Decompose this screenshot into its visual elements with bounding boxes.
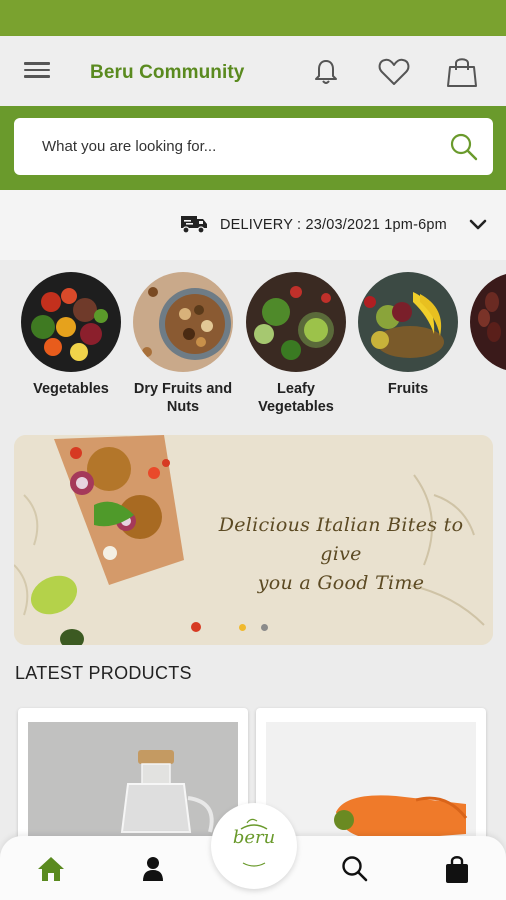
category-more[interactable] bbox=[464, 272, 506, 372]
fruits-image bbox=[358, 272, 458, 372]
category-vegetables[interactable]: Vegetables bbox=[15, 272, 127, 398]
home-icon[interactable] bbox=[34, 852, 68, 886]
truck-icon bbox=[180, 214, 208, 234]
search-box bbox=[14, 118, 493, 175]
beru-logo-button[interactable]: beru bbox=[211, 803, 297, 889]
latest-products-title: LATEST PRODUCTS bbox=[15, 663, 192, 683]
app-root: Beru Community What you are looking for.… bbox=[0, 0, 506, 900]
menu-icon[interactable] bbox=[24, 58, 56, 86]
category-label: Fruits bbox=[387, 381, 429, 397]
status-bar bbox=[0, 0, 506, 36]
category-label: Vegetables bbox=[33, 381, 109, 397]
app-title: Beru Community bbox=[90, 62, 245, 83]
search-input[interactable] bbox=[42, 118, 442, 175]
category-label: Dry Fruits and Nuts bbox=[133, 381, 233, 415]
heart-icon[interactable] bbox=[376, 54, 412, 90]
dry-fruits-image bbox=[133, 272, 233, 372]
banner-line-1: Delicious Italian Bites to give bbox=[218, 514, 464, 565]
category-leafy-vegetables[interactable]: Leafy Vegetables bbox=[240, 272, 352, 416]
chevron-down-icon[interactable] bbox=[467, 215, 489, 233]
category-carousel[interactable]: Vegetables Dry Fruits and Nuts Leafy Veg… bbox=[0, 260, 506, 432]
banner-headline: Delicious Italian Bites to give you a Go… bbox=[210, 511, 472, 598]
leafy-vegetables-image bbox=[246, 272, 346, 372]
category-fruits[interactable]: Fruits bbox=[352, 272, 464, 398]
profile-icon[interactable] bbox=[136, 852, 170, 886]
vegetables-image bbox=[21, 272, 121, 372]
app-bar: Beru Community bbox=[0, 36, 506, 106]
delivery-text: DELIVERY : 23/03/2021 1pm-6pm bbox=[220, 217, 447, 233]
search-icon[interactable] bbox=[449, 132, 479, 162]
cart-icon[interactable] bbox=[440, 852, 474, 886]
search-nav-icon[interactable] bbox=[338, 852, 372, 886]
category-label: Leafy Vegetables bbox=[258, 381, 334, 415]
bell-icon[interactable] bbox=[308, 54, 344, 90]
logo-text: beru bbox=[232, 827, 276, 848]
promo-banner[interactable]: Delicious Italian Bites to give you a Go… bbox=[14, 435, 493, 645]
category-dry-fruits[interactable]: Dry Fruits and Nuts bbox=[127, 272, 239, 416]
carousel-dot-active[interactable] bbox=[239, 624, 246, 631]
more-category-image bbox=[470, 272, 506, 372]
search-band bbox=[0, 106, 506, 190]
bag-icon[interactable] bbox=[444, 54, 480, 90]
carousel-dot[interactable] bbox=[261, 624, 268, 631]
delivery-row[interactable]: DELIVERY : 23/03/2021 1pm-6pm bbox=[0, 190, 506, 260]
banner-line-2: you a Good Time bbox=[257, 572, 425, 594]
